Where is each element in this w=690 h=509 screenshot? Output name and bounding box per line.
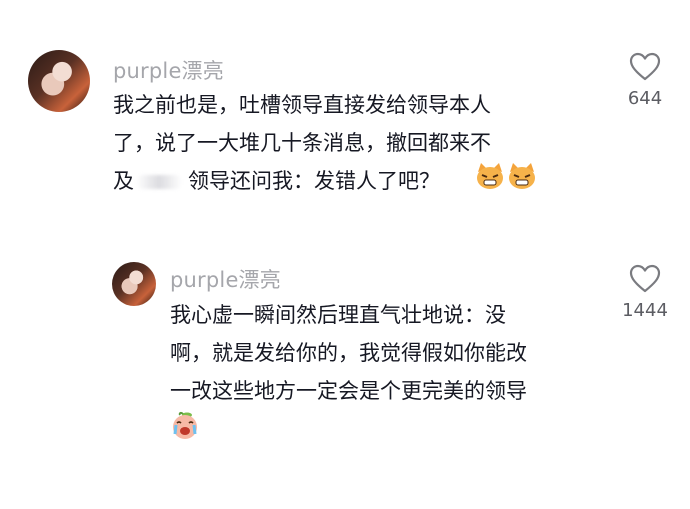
comment-line: 我之前也是，吐槽领导直接发给领导本人 <box>113 93 491 117</box>
heart-outline-icon[interactable] <box>629 52 661 82</box>
comment-line: 啊，就是发给你的，我觉得假如你能改 <box>170 341 527 365</box>
comment-line <box>170 410 527 452</box>
like-button[interactable]: 644 <box>616 52 674 109</box>
username[interactable]: purple漂亮 <box>170 264 281 294</box>
comment-line: 我心虚一瞬间然后理直气壮地说：没 <box>170 303 506 327</box>
heart-outline-icon[interactable] <box>629 264 661 294</box>
like-count: 644 <box>627 88 663 109</box>
username[interactable]: purple漂亮 <box>113 55 224 85</box>
avatar[interactable] <box>112 262 156 306</box>
comment-2[interactable]: purple漂亮 我心虚一瞬间然后理直气壮地说：没 啊，就是发给你的，我觉得假如… <box>0 250 690 480</box>
comment-text: 我心虚一瞬间然后理直气壮地说：没 啊，就是发给你的，我觉得假如你能改 一改这些地… <box>170 296 527 452</box>
crying-peach-emoji <box>170 410 200 452</box>
like-button[interactable]: 1444 <box>612 264 678 321</box>
like-count: 1444 <box>622 300 668 321</box>
comment-line: 一改这些地方一定会是个更完美的领导 <box>170 379 527 403</box>
comment-text: 我之前也是，吐槽领导直接发给领导本人 了，说了一大堆几十条消息，撤回都来不 及领… <box>113 86 537 202</box>
avatar[interactable] <box>28 50 90 112</box>
comment-1[interactable]: purple漂亮 我之前也是，吐槽领导直接发给领导本人 了，说了一大堆几十条消息… <box>0 0 690 230</box>
angry-cat-emoji <box>475 162 505 202</box>
angry-cat-emoji <box>507 162 537 202</box>
comment-line: 了，说了一大堆几十条消息，撤回都来不 <box>113 131 491 155</box>
blurred-mention <box>136 175 182 189</box>
comment-line: 及领导还问我：发错人了吧？ <box>113 162 537 202</box>
